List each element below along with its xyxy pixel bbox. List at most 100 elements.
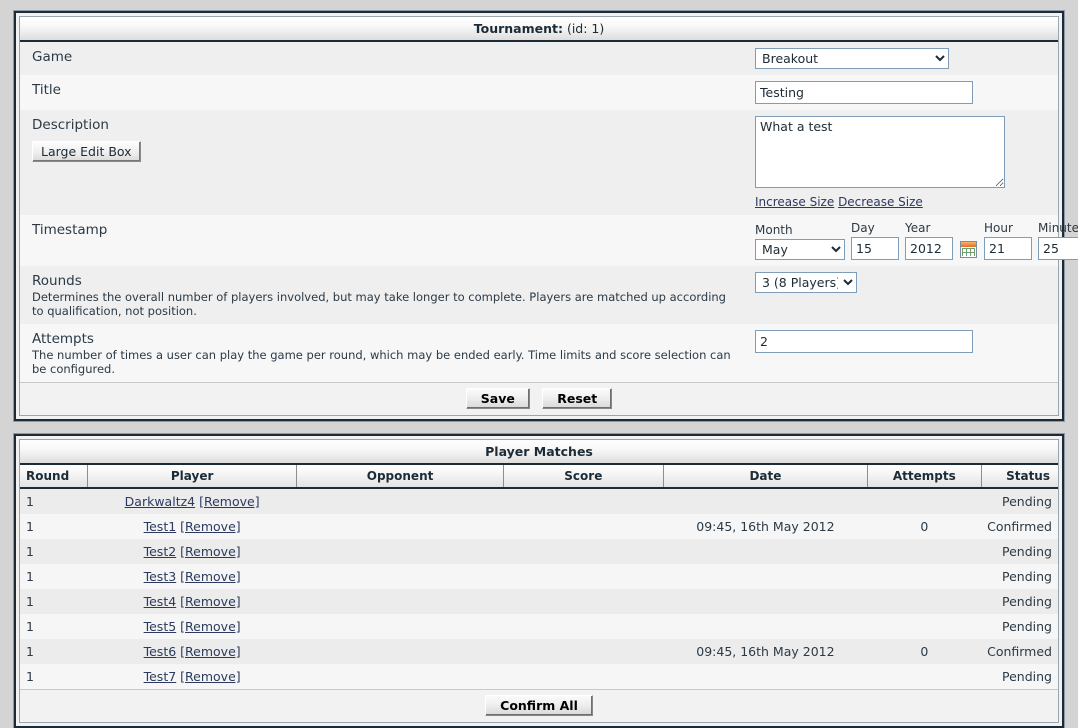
cell-score [503, 539, 664, 564]
matches-panel-inner: Player Matches Round Player Opponent Sco… [19, 439, 1059, 723]
attempts-label: Attempts [32, 331, 94, 347]
remove-link[interactable]: [Remove] [180, 569, 240, 584]
remove-link[interactable]: [Remove] [180, 669, 240, 684]
form-row-title: Title [20, 75, 1058, 110]
reset-button[interactable]: Reset [542, 388, 613, 409]
remove-link[interactable]: [Remove] [180, 594, 240, 609]
cell-player: Test7 [Remove] [87, 664, 297, 689]
table-row: 1 Test7 [Remove] Pending [20, 664, 1058, 689]
player-link[interactable]: Test7 [144, 669, 177, 684]
year-group: Year [905, 221, 953, 260]
year-caption: Year [905, 221, 931, 235]
matches-table-body: 1 Darkwaltz4 [Remove] Pending 1 Test1 [Remov… [20, 488, 1058, 689]
attempts-field-cell [755, 324, 1058, 359]
hour-input[interactable] [984, 237, 1032, 260]
matches-table-head: Round Player Opponent Score Date Attempt… [20, 465, 1058, 489]
remove-link[interactable]: [Remove] [180, 544, 240, 559]
column-header-player[interactable]: Player [87, 465, 298, 489]
player-link[interactable]: Test2 [144, 544, 177, 559]
cell-opponent [296, 539, 504, 564]
game-select[interactable]: Breakout [755, 48, 949, 69]
table-row: 1 Test2 [Remove] Pending [20, 539, 1058, 564]
player-link[interactable]: Test1 [144, 519, 177, 534]
table-row: 1 Test4 [Remove] Pending [20, 589, 1058, 614]
cell-attempts: 0 [867, 514, 982, 539]
player-link[interactable]: Darkwaltz4 [125, 494, 195, 509]
cell-round: 1 [20, 514, 88, 539]
tournament-panel-wrapper: Tournament: (id: 1) Game Breakout Title [0, 0, 1078, 421]
cell-status: Pending [981, 539, 1058, 564]
description-size-links: Increase Size Decrease Size [755, 195, 1058, 209]
calendar-icon[interactable] [960, 241, 977, 258]
column-header-opponent[interactable]: Opponent [296, 465, 504, 489]
cell-opponent [296, 639, 504, 664]
form-row-rounds: Rounds Determines the overall number of … [20, 266, 1058, 324]
remove-link[interactable]: [Remove] [199, 494, 259, 509]
hour-caption: Hour [984, 221, 1013, 235]
rounds-select[interactable]: 3 (8 Players) [755, 272, 857, 293]
player-link[interactable]: Test5 [144, 619, 177, 634]
timestamp-field-cell: Month May Day Year [755, 215, 1078, 266]
cell-score [503, 589, 664, 614]
player-link[interactable]: Test6 [144, 644, 177, 659]
cell-player: Test6 [Remove] [87, 639, 297, 664]
day-caption: Day [851, 221, 875, 235]
cell-attempts [867, 614, 982, 639]
cell-status: Pending [981, 614, 1058, 639]
description-textarea[interactable]: What a test [755, 116, 1005, 188]
cell-attempts [867, 564, 982, 589]
player-link[interactable]: Test3 [144, 569, 177, 584]
title-input[interactable] [755, 81, 973, 104]
cell-opponent [296, 664, 504, 689]
game-field-cell: Breakout [755, 42, 1058, 75]
cell-score [503, 488, 664, 514]
calendar-icon-header [961, 242, 976, 247]
tournament-id-label: (id: 1) [566, 21, 605, 36]
year-input[interactable] [905, 237, 953, 260]
save-button[interactable]: Save [465, 388, 530, 409]
minute-input[interactable] [1038, 237, 1078, 260]
month-select[interactable]: May [755, 239, 845, 260]
column-header-round[interactable]: Round [20, 465, 88, 489]
attempts-input[interactable] [755, 330, 973, 353]
month-group: Month May [755, 223, 845, 260]
day-group: Day [851, 221, 899, 260]
cell-score [503, 514, 664, 539]
rounds-label: Rounds [32, 273, 82, 289]
game-label-cell: Game [20, 42, 755, 71]
form-row-game: Game Breakout [20, 42, 1058, 75]
remove-link[interactable]: [Remove] [180, 619, 240, 634]
increase-size-link[interactable]: Increase Size [755, 195, 834, 209]
form-row-description: Description Large Edit Box What a test I… [20, 110, 1058, 215]
remove-link[interactable]: [Remove] [180, 519, 240, 534]
cell-round: 1 [20, 614, 88, 639]
column-header-attempts[interactable]: Attempts [867, 465, 982, 489]
remove-link[interactable]: [Remove] [180, 644, 240, 659]
cell-date [663, 488, 868, 514]
cell-opponent [296, 488, 504, 514]
rounds-description: Determines the overall number of players… [32, 290, 726, 318]
month-caption: Month [755, 223, 793, 237]
hour-group: Hour [984, 221, 1032, 260]
player-link[interactable]: Test4 [144, 594, 177, 609]
day-input[interactable] [851, 237, 899, 260]
form-row-timestamp: Timestamp Month May Day Year [20, 215, 1078, 266]
matches-header-row: Round Player Opponent Score Date Attempt… [20, 465, 1058, 489]
cell-attempts [867, 488, 982, 514]
cell-round: 1 [20, 564, 88, 589]
confirm-all-button[interactable]: Confirm All [485, 695, 593, 716]
large-edit-box-button[interactable]: Large Edit Box [32, 141, 141, 162]
cell-round: 1 [20, 639, 88, 664]
column-header-date[interactable]: Date [663, 465, 868, 489]
cell-round: 1 [20, 589, 88, 614]
cell-opponent [296, 589, 504, 614]
table-row: 1 Test5 [Remove] Pending [20, 614, 1058, 639]
cell-attempts [867, 589, 982, 614]
column-header-status[interactable]: Status [981, 465, 1058, 489]
title-field-cell [755, 75, 1058, 110]
decrease-size-link[interactable]: Decrease Size [838, 195, 923, 209]
title-label-cell: Title [20, 75, 755, 104]
table-row: 1 Test1 [Remove] 09:45, 16th May 2012 0 Conf… [20, 514, 1058, 539]
tournament-title-label: Tournament: [473, 21, 563, 36]
column-header-score[interactable]: Score [503, 465, 664, 489]
